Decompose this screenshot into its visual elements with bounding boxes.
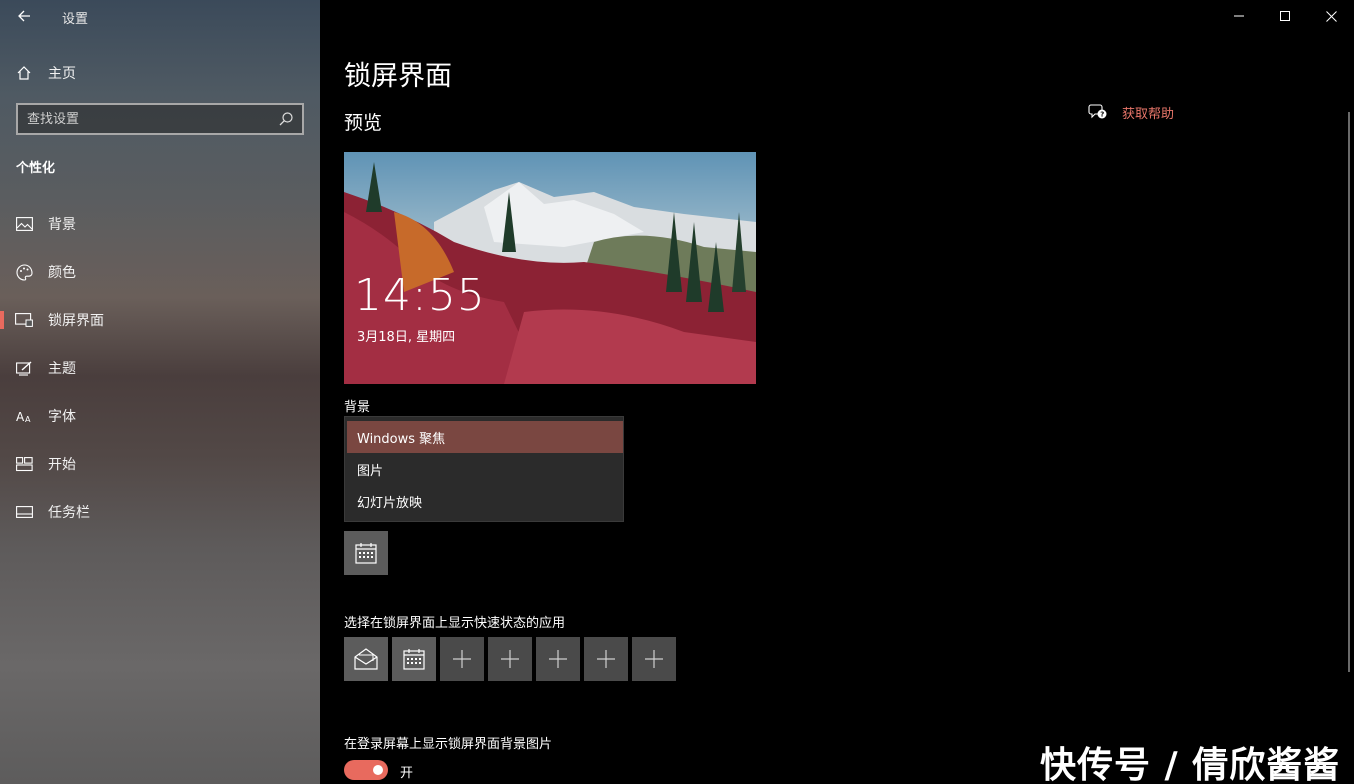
svg-text:?: ? bbox=[1100, 111, 1104, 119]
plus-icon bbox=[501, 650, 519, 668]
sidebar-item-start[interactable]: 开始 bbox=[0, 444, 320, 484]
plus-icon bbox=[549, 650, 567, 668]
svg-text:A: A bbox=[16, 410, 25, 424]
quick-status-add-slot[interactable] bbox=[632, 637, 676, 681]
detail-status-app-button[interactable] bbox=[344, 531, 388, 575]
background-option-picture[interactable]: 图片 bbox=[347, 453, 623, 485]
sidebar: 设置 主页 个性化 背景 颜色 锁屏界面 主题 bbox=[0, 0, 320, 784]
minimize-button[interactable] bbox=[1216, 0, 1262, 32]
taskbar-icon bbox=[15, 503, 33, 521]
close-button[interactable] bbox=[1308, 0, 1354, 32]
sidebar-item-label: 主页 bbox=[48, 66, 76, 82]
sidebar-item-label: 开始 bbox=[48, 457, 76, 473]
palette-icon bbox=[15, 263, 33, 281]
background-label: 背景 bbox=[344, 400, 371, 415]
maximize-button[interactable] bbox=[1262, 0, 1308, 32]
watermark: 快传号 / 倩欣酱酱 bbox=[1040, 745, 1341, 784]
plus-icon bbox=[645, 650, 663, 668]
start-icon bbox=[15, 455, 33, 473]
sidebar-item-themes[interactable]: 主题 bbox=[0, 348, 320, 388]
sidebar-item-fonts[interactable]: AA 字体 bbox=[0, 396, 320, 436]
sidebar-item-home[interactable]: 主页 bbox=[0, 56, 320, 90]
scrollbar[interactable] bbox=[1348, 112, 1350, 672]
maximize-icon bbox=[1280, 11, 1290, 21]
sidebar-item-label: 主题 bbox=[48, 361, 76, 377]
quick-status-add-slot[interactable] bbox=[488, 637, 532, 681]
search-icon[interactable] bbox=[278, 111, 294, 127]
mail-icon bbox=[354, 648, 378, 670]
quick-status-label: 选择在锁屏界面上显示快速状态的应用 bbox=[344, 616, 566, 631]
lock-screen-preview: 14:55 3月18日, 星期四 bbox=[344, 152, 756, 384]
font-icon: AA bbox=[15, 407, 33, 425]
sidebar-item-label: 颜色 bbox=[48, 265, 76, 281]
search-input[interactable] bbox=[18, 111, 268, 127]
minimize-icon bbox=[1234, 15, 1244, 17]
quick-status-app-mail[interactable] bbox=[344, 637, 388, 681]
home-icon bbox=[15, 64, 33, 82]
preview-time: 14:55 bbox=[354, 270, 486, 321]
close-icon bbox=[1325, 10, 1337, 22]
preview-date: 3月18日, 星期四 bbox=[357, 330, 456, 345]
plus-icon bbox=[453, 650, 471, 668]
quick-status-add-slot[interactable] bbox=[440, 637, 484, 681]
title-bar: 设置 bbox=[0, 0, 320, 32]
quick-status-add-slot[interactable] bbox=[584, 637, 628, 681]
background-option-spotlight[interactable]: Windows 聚焦 bbox=[347, 421, 623, 453]
toggle-knob bbox=[373, 765, 383, 775]
sidebar-item-taskbar[interactable]: 任务栏 bbox=[0, 492, 320, 532]
get-help-label: 获取帮助 bbox=[1122, 106, 1175, 122]
sidebar-item-label: 字体 bbox=[48, 409, 76, 425]
background-dropdown[interactable]: Windows 聚焦 图片 幻灯片放映 bbox=[344, 416, 624, 522]
lock-screen-icon bbox=[15, 311, 33, 329]
page-title: 锁屏界面 bbox=[344, 61, 452, 92]
login-background-label: 在登录屏幕上显示锁屏界面背景图片 bbox=[344, 737, 553, 752]
login-background-toggle[interactable] bbox=[344, 760, 388, 780]
landscape-image bbox=[344, 152, 756, 384]
sidebar-item-lock-screen[interactable]: 锁屏界面 bbox=[0, 300, 320, 340]
help-chat-icon: ? bbox=[1088, 104, 1107, 119]
plus-icon bbox=[597, 650, 615, 668]
theme-icon bbox=[15, 359, 33, 377]
toggle-state-label: 开 bbox=[400, 766, 414, 781]
sidebar-item-label: 锁屏界面 bbox=[48, 313, 104, 329]
back-button[interactable] bbox=[12, 4, 36, 28]
svg-text:A: A bbox=[25, 415, 31, 424]
calendar-icon bbox=[403, 649, 425, 670]
get-help-link[interactable]: ? 获取帮助 bbox=[1088, 101, 1174, 123]
sidebar-item-colors[interactable]: 颜色 bbox=[0, 252, 320, 292]
preview-heading: 预览 bbox=[344, 112, 383, 134]
app-title: 设置 bbox=[62, 12, 89, 27]
quick-status-app-calendar[interactable] bbox=[392, 637, 436, 681]
sidebar-item-label: 任务栏 bbox=[48, 505, 90, 521]
quick-status-add-slot[interactable] bbox=[536, 637, 580, 681]
calendar-icon bbox=[355, 543, 377, 564]
section-heading: 个性化 bbox=[16, 161, 56, 176]
background-option-slideshow[interactable]: 幻灯片放映 bbox=[347, 485, 623, 517]
sidebar-item-label: 背景 bbox=[48, 217, 76, 233]
image-icon bbox=[15, 215, 33, 233]
back-arrow-icon bbox=[18, 10, 30, 22]
search-box[interactable] bbox=[16, 103, 304, 135]
sidebar-item-background[interactable]: 背景 bbox=[0, 204, 320, 244]
